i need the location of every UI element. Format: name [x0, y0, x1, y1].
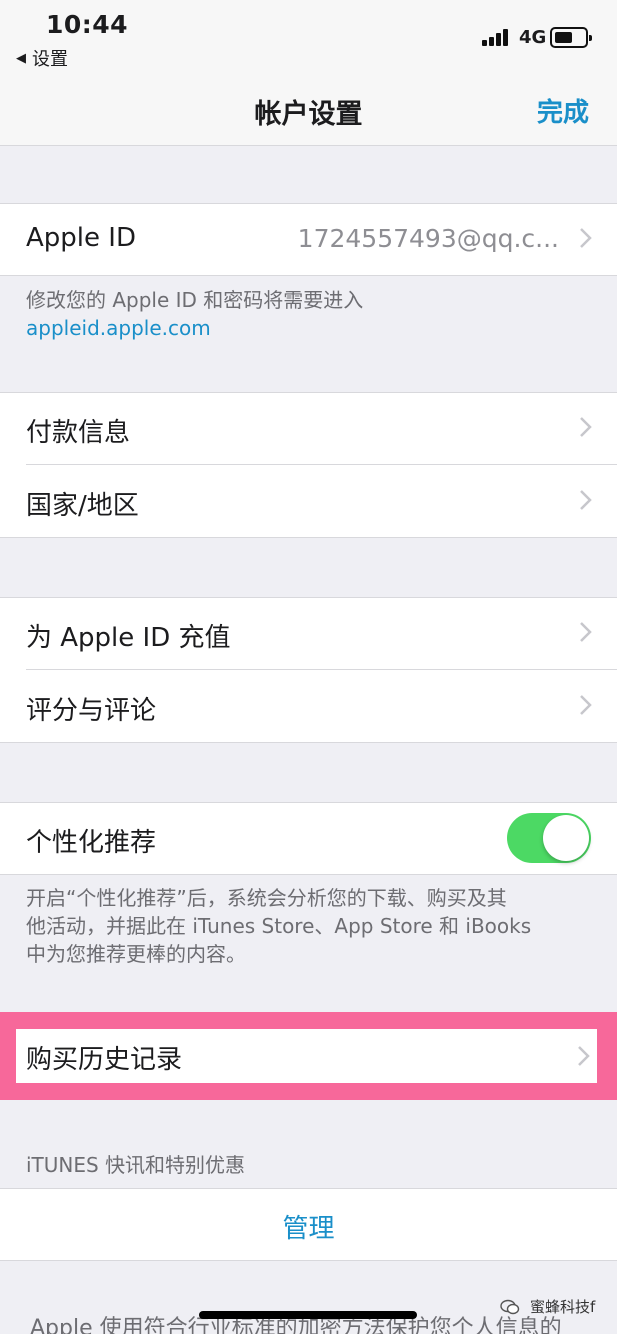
ratings-reviews-label: 评分与评论 [26, 696, 157, 726]
page-title: 帐户设置 [254, 99, 363, 130]
manage-row[interactable]: 管理 [0, 1188, 617, 1261]
payment-info-row[interactable]: 付款信息 [0, 392, 617, 465]
chevron-right-icon [580, 228, 592, 248]
personalized-recommendations-toggle[interactable] [507, 813, 591, 863]
apple-id-label: Apple ID [26, 223, 136, 253]
back-triangle-icon: ◀ [16, 50, 26, 66]
payment-info-label: 付款信息 [26, 418, 131, 448]
personalization-footer-line: 开启“个性化推荐”后，系统会分析您的下载、购买及其 [26, 886, 507, 910]
apple-id-row[interactable]: Apple ID 1724557493@qq.c... [0, 203, 617, 276]
chevron-right-icon [578, 1046, 590, 1066]
back-app-label: 设置 [32, 49, 68, 70]
signal-icon [482, 28, 512, 46]
done-button[interactable]: 完成 [537, 92, 589, 129]
battery-icon [550, 27, 592, 48]
apple-id-value: 1724557493@qq.c... [297, 224, 559, 253]
personalization-footer-line: 他活动，并据此在 iTunes Store、App Store 和 iBooks [26, 914, 532, 938]
personalized-recommendations-row: 个性化推荐 [0, 802, 617, 875]
home-indicator[interactable] [199, 1311, 417, 1319]
chevron-right-icon [580, 622, 592, 642]
personalized-recommendations-label: 个性化推荐 [26, 828, 157, 858]
manage-button[interactable]: 管理 [0, 1208, 617, 1245]
watermark-text: 蜜蜂科技f [530, 1298, 596, 1316]
country-region-row[interactable]: 国家/地区 [0, 465, 617, 538]
personalization-footer-line: 中为您推荐更棒的内容。 [26, 942, 246, 966]
appleid-link[interactable]: appleid.apple.com [26, 314, 363, 342]
watermark: 蜜蜂科技f [500, 1296, 595, 1317]
status-time: 10:44 [46, 10, 129, 39]
apple-id-footer-text: 修改您的 Apple ID 和密码将需要进入 [26, 288, 364, 312]
chevron-right-icon [580, 695, 592, 715]
purchase-history-row[interactable]: 购买历史记录 [16, 1029, 597, 1083]
status-bar: 10:44 ◀ 设置 4G [0, 0, 617, 78]
top-up-label: 为 Apple ID 充值 [26, 623, 231, 653]
highlight-frame: 购买历史记录 [0, 1012, 617, 1100]
apple-id-footer: 修改您的 Apple ID 和密码将需要进入 appleid.apple.com [26, 286, 363, 342]
ratings-reviews-row[interactable]: 评分与评论 [0, 670, 617, 743]
top-up-apple-id-row[interactable]: 为 Apple ID 充值 [0, 597, 617, 670]
itunes-section-header: iTUNES 快讯和特别优惠 [26, 1153, 246, 1177]
purchase-history-label: 购买历史记录 [26, 1045, 183, 1075]
wechat-icon [500, 1299, 520, 1314]
navigation-bar: 帐户设置 完成 [0, 78, 617, 146]
chevron-right-icon [580, 417, 592, 437]
network-type: 4G [519, 27, 547, 48]
country-region-label: 国家/地区 [26, 491, 139, 521]
personalization-footer: 开启“个性化推荐”后，系统会分析您的下载、购买及其 他活动，并据此在 iTune… [26, 884, 531, 968]
back-to-settings-link[interactable]: ◀ 设置 [16, 45, 68, 71]
chevron-right-icon [580, 490, 592, 510]
